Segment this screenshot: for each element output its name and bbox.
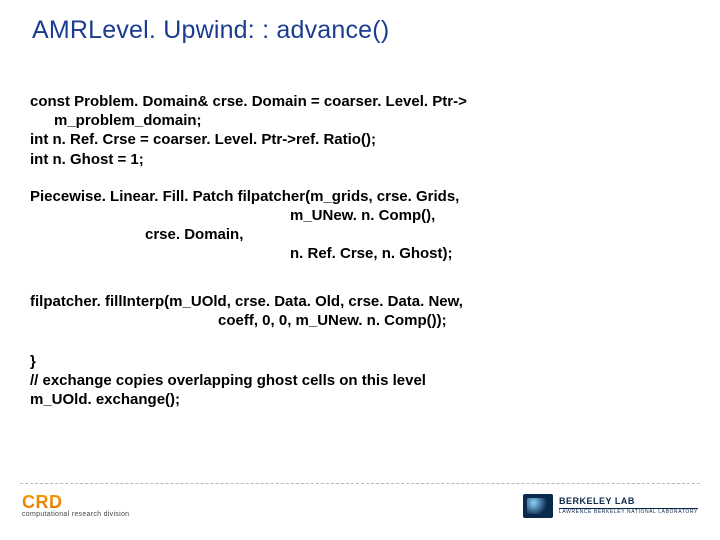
code-line: const Problem. Domain& crse. Domain = co… [30, 93, 467, 110]
code-line: Piecewise. Linear. Fill. Patch filpatche… [30, 188, 459, 205]
berkeley-lab-sub: LAWRENCE BERKELEY NATIONAL LABORATORY [559, 508, 698, 515]
crd-logo-sub: computational research division [22, 511, 132, 518]
berkeley-lab-row: BERKELEY LAB LAWRENCE BERKELEY NATIONAL … [523, 494, 698, 518]
code-line: } [30, 353, 36, 370]
slide: AMRLevel. Upwind: : advance() const Prob… [0, 0, 720, 540]
page-title: AMRLevel. Upwind: : advance() [32, 16, 389, 45]
berkeley-lab-logo: BERKELEY LAB LAWRENCE BERKELEY NATIONAL … [523, 494, 698, 528]
footer: CRD computational research division BERK… [0, 484, 720, 540]
code-line: crse. Domain, [30, 225, 690, 244]
crd-logo: CRD computational research division [22, 492, 132, 532]
code-line: m_UOld. exchange(); [30, 391, 180, 408]
berkeley-lab-text: BERKELEY LAB LAWRENCE BERKELEY NATIONAL … [559, 497, 698, 515]
code-line: m_UNew. n. Comp(), [30, 206, 690, 225]
code-body: const Problem. Domain& crse. Domain = co… [30, 92, 690, 427]
code-line: filpatcher. fillInterp(m_UOld, crse. Dat… [30, 293, 463, 310]
code-block-3: filpatcher. fillInterp(m_UOld, crse. Dat… [30, 292, 690, 330]
code-line: coeff, 0, 0, m_UNew. n. Comp()); [30, 311, 690, 330]
crd-logo-text: CRD [22, 492, 63, 513]
code-line: n. Ref. Crse, n. Ghost); [30, 244, 690, 263]
berkeley-lab-main: BERKELEY LAB [559, 497, 698, 506]
code-block-1: const Problem. Domain& crse. Domain = co… [30, 92, 690, 169]
code-block-2: Piecewise. Linear. Fill. Patch filpatche… [30, 187, 690, 264]
code-line: int n. Ref. Crse = coarser. Level. Ptr->… [30, 131, 376, 148]
code-line: int n. Ghost = 1; [30, 151, 144, 168]
code-block-4: } // exchange copies overlapping ghost c… [30, 352, 690, 410]
code-line: m_problem_domain; [30, 111, 690, 130]
code-line: // exchange copies overlapping ghost cel… [30, 372, 426, 389]
berkeley-lab-icon [523, 494, 553, 518]
